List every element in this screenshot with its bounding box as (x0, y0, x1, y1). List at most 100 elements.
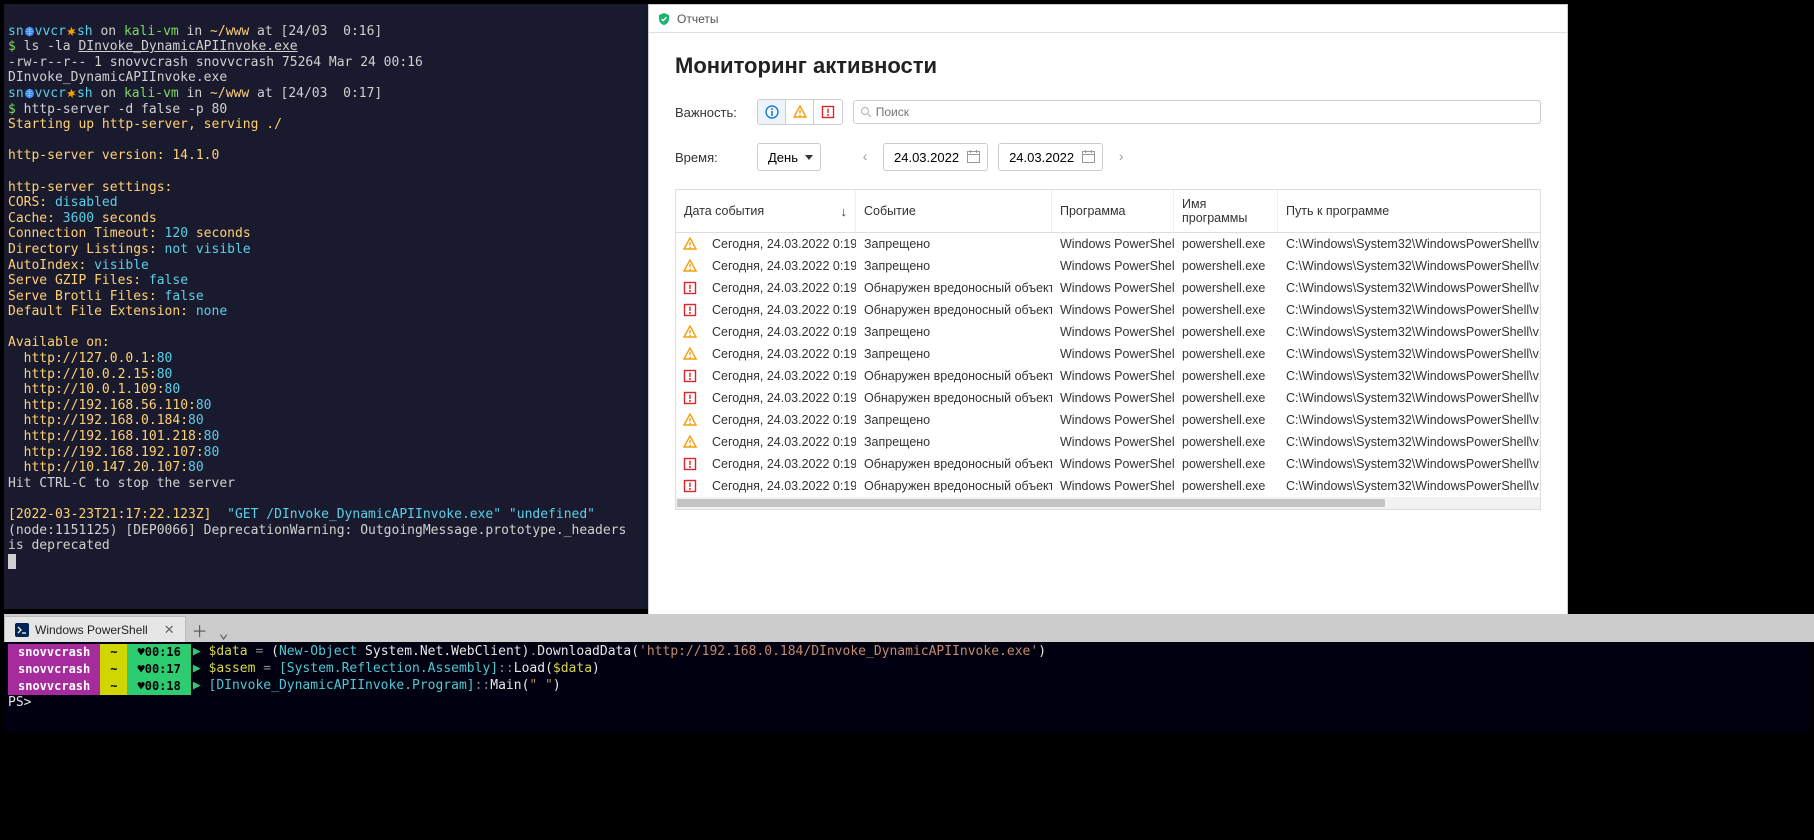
warn-icon (676, 343, 704, 365)
ps-time-1: 00:16 (127, 644, 190, 661)
new-tab-button[interactable]: ＋ (188, 618, 212, 642)
cell-progname: powershell.exe (1174, 277, 1278, 299)
tab-powershell[interactable]: Windows PowerShell ✕ (4, 616, 186, 642)
table-row[interactable]: Сегодня, 24.03.2022 0:19:49 Обнаружен вр… (676, 475, 1540, 497)
prompt-in: in (179, 24, 210, 39)
severity-crit-button[interactable] (814, 100, 842, 124)
ps-user: snovvcrash (8, 644, 100, 661)
crit-icon (676, 387, 704, 409)
th-path[interactable]: Путь к программе (1278, 190, 1540, 232)
cell-path: C:\Windows\System32\WindowsPowerShell\v1… (1278, 409, 1540, 431)
cell-date: Сегодня, 24.03.2022 0:19:49 (704, 453, 856, 475)
crit-icon (676, 277, 704, 299)
warn-icon (676, 321, 704, 343)
cell-date: Сегодня, 24.03.2022 0:19:49 (704, 321, 856, 343)
cell-program: Windows PowerShell (1052, 431, 1174, 453)
time-period-dropdown[interactable]: День (757, 143, 821, 171)
date-from-input[interactable]: 24.03.2022 (883, 143, 988, 171)
ps-time-2: 00:17 (127, 661, 190, 678)
prompt-time-2: [24/03 0:17] (281, 86, 383, 101)
th-program[interactable]: Программа (1052, 190, 1174, 232)
tab-label: Windows PowerShell (35, 623, 148, 637)
version-line: http-server version: 14.1.0 (8, 148, 219, 163)
ps-time-3: 00:18 (127, 678, 190, 695)
boom-icon (66, 88, 77, 99)
table-row[interactable]: Сегодня, 24.03.2022 0:19:49 Запрещено Wi… (676, 233, 1540, 255)
table-row[interactable]: Сегодня, 24.03.2022 0:19:49 Обнаружен вр… (676, 277, 1540, 299)
search-box[interactable] (853, 100, 1541, 124)
date-prev-button[interactable]: ‹ (857, 149, 873, 165)
scrollbar-thumb[interactable] (677, 499, 1385, 507)
reports-heading: Мониторинг активности (675, 53, 1541, 79)
cell-date: Сегодня, 24.03.2022 0:19:49 (704, 299, 856, 321)
calendar-icon (1081, 149, 1096, 164)
crit-icon (676, 365, 704, 387)
cell-progname: powershell.exe (1174, 233, 1278, 255)
cell-progname: powershell.exe (1174, 475, 1278, 497)
cell-path: C:\Windows\System32\WindowsPowerShell\v1… (1278, 255, 1540, 277)
warn-icon (793, 105, 807, 119)
date-next-button[interactable]: › (1113, 149, 1129, 165)
time-label: Время: (675, 150, 747, 165)
boom-icon (66, 26, 77, 37)
severity-info-button[interactable] (758, 100, 786, 124)
table-row[interactable]: Сегодня, 24.03.2022 0:19:49 Обнаружен вр… (676, 453, 1540, 475)
table-row[interactable]: Сегодня, 24.03.2022 0:19:49 Запрещено Wi… (676, 431, 1540, 453)
cell-progname: powershell.exe (1174, 453, 1278, 475)
cell-progname: powershell.exe (1174, 409, 1278, 431)
cell-date: Сегодня, 24.03.2022 0:19:49 (704, 233, 856, 255)
available-header: Available on: (8, 335, 110, 350)
crit-icon (676, 475, 704, 497)
cell-event: Запрещено (856, 255, 1052, 277)
info-icon (765, 105, 779, 119)
shield-icon (657, 12, 671, 26)
cell-event: Обнаружен вредоносный объект (856, 299, 1052, 321)
sort-desc-icon: ↓ (841, 204, 848, 219)
th-date[interactable]: Дата события↓ (676, 190, 856, 232)
cell-progname: powershell.exe (1174, 321, 1278, 343)
terminal-output[interactable]: snvvcrsh on kali-vm in ~/www at [24/03 0… (4, 4, 648, 609)
table-row[interactable]: Сегодня, 24.03.2022 0:19:49 Запрещено Wi… (676, 255, 1540, 277)
cell-path: C:\Windows\System32\WindowsPowerShell\v1… (1278, 299, 1540, 321)
log-request: "GET /DInvoke_DynamicAPIInvoke.exe" "und… (227, 507, 595, 522)
cell-program: Windows PowerShell (1052, 343, 1174, 365)
severity-label: Важность: (675, 105, 747, 120)
cell-progname: powershell.exe (1174, 365, 1278, 387)
crit-icon (676, 453, 704, 475)
table-row[interactable]: Сегодня, 24.03.2022 0:19:49 Запрещено Wi… (676, 343, 1540, 365)
table-row[interactable]: Сегодня, 24.03.2022 0:19:49 Обнаружен вр… (676, 387, 1540, 409)
cell-program: Windows PowerShell (1052, 387, 1174, 409)
cell-event: Обнаружен вредоносный объект (856, 453, 1052, 475)
table-row[interactable]: Сегодня, 24.03.2022 0:19:49 Запрещено Wi… (676, 321, 1540, 343)
prompt-host: kali-vm (124, 24, 179, 39)
reports-titlebar[interactable]: Отчеты (649, 5, 1567, 33)
warn-icon (676, 233, 704, 255)
table-row[interactable]: Сегодня, 24.03.2022 0:19:49 Обнаружен вр… (676, 299, 1540, 321)
cell-path: C:\Windows\System32\WindowsPowerShell\v1… (1278, 321, 1540, 343)
th-progname[interactable]: Имя программы (1174, 190, 1278, 232)
tab-close-button[interactable]: ✕ (164, 622, 175, 638)
cell-date: Сегодня, 24.03.2022 0:19:49 (704, 409, 856, 431)
severity-warn-button[interactable] (786, 100, 814, 124)
cell-path: C:\Windows\System32\WindowsPowerShell\v1… (1278, 387, 1540, 409)
th-event[interactable]: Событие (856, 190, 1052, 232)
cell-path: C:\Windows\System32\WindowsPowerShell\v1… (1278, 431, 1540, 453)
ps-line-2: snovvcrash ~ 00:17▶ $assem = [System.Ref… (8, 661, 1806, 678)
cell-program: Windows PowerShell (1052, 277, 1174, 299)
table-body[interactable]: Сегодня, 24.03.2022 0:19:49 Запрещено Wi… (676, 233, 1540, 497)
reports-table: Дата события↓ Событие Программа Имя прог… (675, 189, 1541, 510)
warn-icon (676, 255, 704, 277)
ps-prompt: PS> (8, 695, 1806, 711)
table-row[interactable]: Сегодня, 24.03.2022 0:19:49 Обнаружен вр… (676, 365, 1540, 387)
tab-dropdown-button[interactable]: ⌄ (212, 623, 236, 642)
date-to-input[interactable]: 24.03.2022 (998, 143, 1103, 171)
cell-program: Windows PowerShell (1052, 299, 1174, 321)
table-row[interactable]: Сегодня, 24.03.2022 0:19:49 Запрещено Wi… (676, 409, 1540, 431)
ps-line-1: snovvcrash ~ 00:16▶ $data = (New-Object … (8, 644, 1806, 661)
search-input[interactable] (876, 105, 1534, 119)
prompt-user: sn (8, 24, 24, 39)
horizontal-scrollbar[interactable] (676, 497, 1540, 509)
powershell-pane[interactable]: snovvcrash ~ 00:16▶ $data = (New-Object … (4, 642, 1810, 732)
ls-output: -rw-r--r-- 1 snovvcrash snovvcrash 75264… (8, 55, 431, 86)
powershell-icon (15, 623, 29, 637)
